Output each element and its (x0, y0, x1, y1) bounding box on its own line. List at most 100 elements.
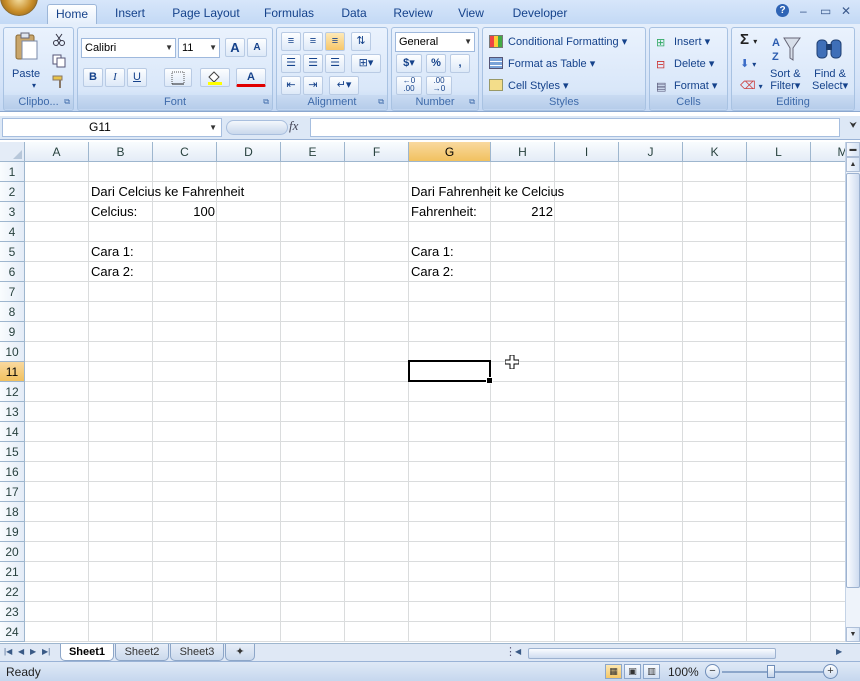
find-select-button[interactable]: Find & Select▾ (812, 68, 848, 92)
cell-c3[interactable]: 100 (155, 202, 215, 222)
format-as-table-button[interactable]: Format as Table ▾ (508, 56, 595, 72)
zoom-slider-thumb[interactable] (767, 665, 775, 678)
row-header-17[interactable]: 17 (0, 482, 25, 502)
close-icon[interactable]: ✕ (841, 4, 851, 18)
insert-button[interactable]: Insert ▾ (674, 34, 710, 50)
row-header-18[interactable]: 18 (0, 502, 25, 522)
tab-page-layout[interactable]: Page Layout (168, 4, 244, 24)
column-header-b[interactable]: B (89, 142, 153, 162)
insert-function-button[interactable]: fx (289, 118, 298, 134)
row-header-12[interactable]: 12 (0, 382, 25, 402)
top-align-icon[interactable]: ≡ (281, 32, 301, 51)
borders-icon[interactable] (164, 68, 192, 87)
name-box[interactable]: G11 ▼ (2, 118, 222, 137)
brush-icon[interactable] (52, 75, 66, 89)
tab-view[interactable]: View (453, 4, 489, 24)
autosum-button[interactable]: Σ ▾ (740, 32, 757, 50)
zoom-out-icon[interactable]: − (705, 664, 720, 679)
worksheet-grid[interactable]: A B C D E F G H I J K L M 1 2 3 4 5 6 7 … (0, 142, 845, 642)
percent-button[interactable]: % (426, 54, 446, 73)
row-header-8[interactable]: 8 (0, 302, 25, 322)
conditional-formatting-button[interactable]: Conditional Formatting ▾ (508, 34, 627, 50)
tab-developer[interactable]: Developer (507, 4, 573, 24)
shrink-font-button[interactable]: A (247, 38, 267, 57)
row-header-20[interactable]: 20 (0, 542, 25, 562)
italic-button[interactable]: I (105, 68, 125, 87)
row-header-6[interactable]: 6 (0, 262, 25, 282)
first-sheet-icon[interactable]: |◀ (4, 647, 12, 656)
row-header-15[interactable]: 15 (0, 442, 25, 462)
column-header-g[interactable]: G (409, 142, 491, 162)
fill-icon[interactable]: ⬇ ▾ (740, 56, 756, 73)
row-header-1[interactable]: 1 (0, 162, 25, 182)
page-layout-view-icon[interactable]: ▣ (624, 664, 641, 679)
align-left-icon[interactable]: ☰ (281, 54, 301, 73)
insert-sheet-icon[interactable]: ✦ (225, 644, 255, 661)
paste-icon[interactable] (13, 32, 39, 62)
orientation-icon[interactable]: ⇅ (351, 32, 371, 51)
decrease-indent-icon[interactable]: ⇤ (281, 76, 301, 95)
merge-center-icon[interactable]: ⊞▾ (351, 54, 381, 73)
decrease-decimal-icon[interactable]: .00 →0 (426, 76, 452, 95)
prev-sheet-icon[interactable]: ◀ (18, 647, 24, 656)
column-header-a[interactable]: A (25, 142, 89, 162)
row-header-24[interactable]: 24 (0, 622, 25, 642)
format-button[interactable]: Format ▾ (674, 78, 717, 94)
row-header-3[interactable]: 3 (0, 202, 25, 222)
binoculars-icon[interactable] (814, 34, 844, 64)
cell-g2[interactable]: Dari Fahrenheit ke Celcius (411, 182, 564, 202)
column-header-c[interactable]: C (153, 142, 217, 162)
page-break-view-icon[interactable]: ▥ (643, 664, 660, 679)
zoom-level[interactable]: 100% (668, 665, 699, 679)
column-header-l[interactable]: L (747, 142, 811, 162)
middle-align-icon[interactable]: ≡ (303, 32, 323, 51)
increase-decimal-icon[interactable]: ←0.00 (396, 76, 422, 95)
cell-b3[interactable]: Celcius: (91, 202, 137, 222)
copy-icon[interactable] (52, 54, 66, 68)
last-sheet-icon[interactable]: ▶| (42, 647, 50, 656)
sheet-tab-sheet3[interactable]: Sheet3 (170, 644, 224, 661)
comma-button[interactable]: , (450, 54, 470, 73)
currency-button[interactable]: $▾ (396, 54, 422, 73)
active-cell-g11[interactable] (408, 360, 493, 384)
font-name-combo[interactable]: Calibri ▼ (81, 38, 176, 58)
fill-color-icon[interactable] (200, 68, 230, 87)
increase-indent-icon[interactable]: ⇥ (303, 76, 323, 95)
scroll-down-icon[interactable]: ▼ (846, 627, 860, 642)
help-icon[interactable]: ? (776, 4, 789, 17)
center-icon[interactable]: ☰ (303, 54, 323, 73)
row-header-11[interactable]: 11 (0, 362, 25, 382)
eraser-icon[interactable]: ⌫ ▾ (740, 78, 763, 95)
bold-button[interactable]: B (83, 68, 103, 87)
split-box[interactable]: ▬ (846, 142, 860, 157)
formula-bar-resize-handle[interactable] (226, 120, 288, 135)
row-header-14[interactable]: 14 (0, 422, 25, 442)
row-header-9[interactable]: 9 (0, 322, 25, 342)
minimize-icon[interactable]: – (800, 4, 807, 18)
next-sheet-icon[interactable]: ▶ (30, 647, 36, 656)
font-launcher-icon[interactable]: ⧉ (263, 97, 269, 107)
column-header-d[interactable]: D (217, 142, 281, 162)
row-header-16[interactable]: 16 (0, 462, 25, 482)
tab-home[interactable]: Home (47, 4, 97, 24)
cell-g5[interactable]: Cara 1: (411, 242, 454, 262)
alignment-launcher-icon[interactable]: ⧉ (378, 97, 384, 107)
column-header-m[interactable]: M (811, 142, 845, 162)
restore-icon[interactable]: ▭ (820, 4, 831, 18)
tab-insert[interactable]: Insert (108, 4, 152, 24)
cell-b5[interactable]: Cara 1: (91, 242, 134, 262)
bottom-align-icon[interactable]: ≡ (325, 32, 345, 51)
row-header-21[interactable]: 21 (0, 562, 25, 582)
wrap-text-icon[interactable]: ↵▾ (329, 76, 359, 95)
horizontal-scroll-thumb[interactable] (528, 648, 776, 659)
vertical-scrollbar[interactable]: ▬ ▲ ▼ (845, 142, 860, 642)
row-header-19[interactable]: 19 (0, 522, 25, 542)
row-header-4[interactable]: 4 (0, 222, 25, 242)
align-right-icon[interactable]: ☰ (325, 54, 345, 73)
cell-styles-button[interactable]: Cell Styles ▾ (508, 78, 569, 94)
grow-font-button[interactable]: A (225, 38, 245, 57)
cell-g6[interactable]: Cara 2: (411, 262, 454, 282)
tab-review[interactable]: Review (389, 4, 437, 24)
delete-button[interactable]: Delete ▾ (674, 56, 714, 72)
sort-filter-button[interactable]: Sort & Filter▾ (770, 68, 801, 92)
